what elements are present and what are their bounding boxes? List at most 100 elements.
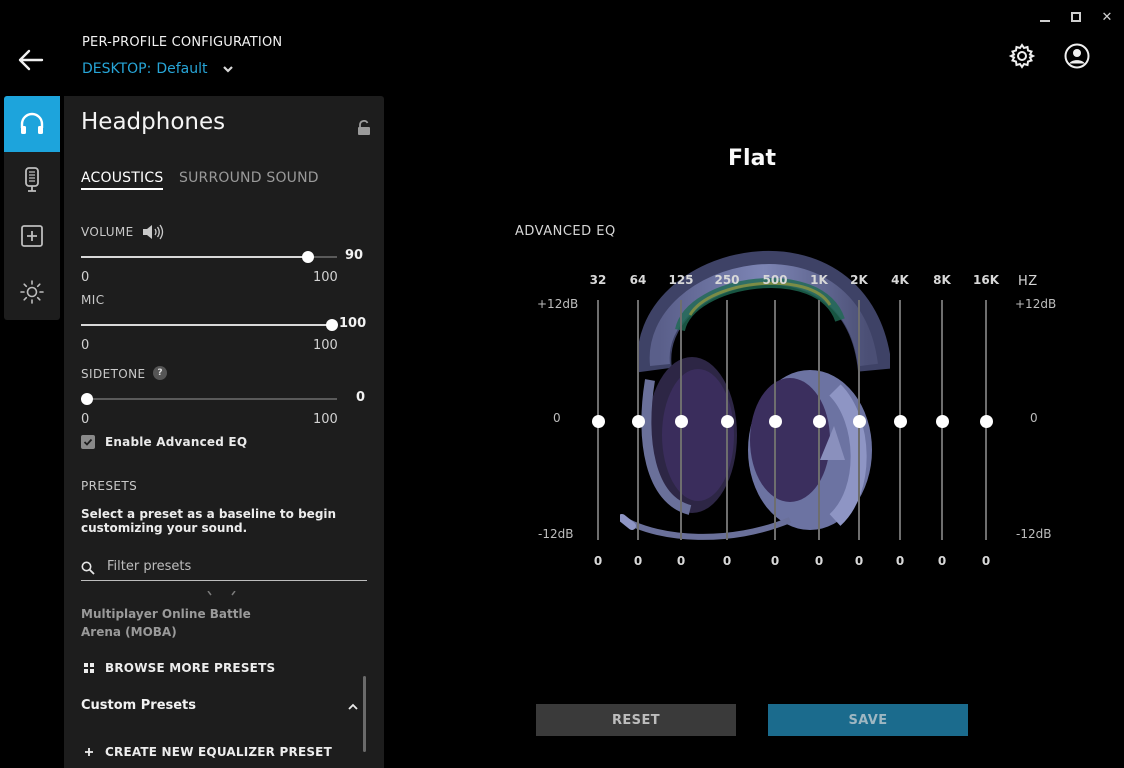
left-db-top: +12dB	[537, 297, 579, 311]
advanced-eq-checkbox[interactable]	[81, 435, 95, 449]
plus-icon	[85, 748, 93, 756]
close-icon: ✕	[1101, 9, 1113, 25]
volume-max: 100	[313, 270, 338, 285]
settings-button[interactable]	[1008, 42, 1036, 70]
panel-scrollbar[interactable]	[363, 676, 366, 752]
eq-band-frequency: 2K	[850, 273, 868, 287]
unlock-icon[interactable]	[357, 120, 371, 136]
eq-band-knob[interactable]	[769, 415, 782, 428]
reset-button[interactable]: RESET	[536, 704, 736, 736]
device-rail	[4, 96, 60, 320]
maximize-button[interactable]	[1067, 8, 1085, 26]
sidetone-slider-knob[interactable]	[81, 393, 93, 405]
right-db-top: +12dB	[1015, 297, 1057, 311]
custom-presets-header[interactable]: Custom Presets	[81, 698, 196, 713]
eq-band-knob[interactable]	[936, 415, 949, 428]
presets-description: Select a preset as a baseline to begin c…	[81, 507, 337, 535]
help-icon[interactable]: ?	[153, 366, 167, 380]
eq-band-frequency: 250	[714, 273, 740, 287]
mic-label: MIC	[81, 293, 105, 307]
grid-icon	[84, 663, 94, 673]
eq-band-frequency: 32	[589, 273, 607, 287]
account-button[interactable]	[1063, 42, 1091, 70]
right-db-mid: 0	[1030, 411, 1038, 425]
eq-band-frequency: 16K	[973, 273, 999, 287]
headphones-icon	[20, 112, 44, 134]
left-db-bottom: -12dB	[538, 527, 574, 541]
advanced-eq-label[interactable]: Enable Advanced EQ	[105, 435, 247, 449]
rail-item-lighting[interactable]	[4, 264, 60, 320]
mic-min: 0	[81, 338, 90, 353]
rail-item-add[interactable]	[4, 208, 60, 264]
mic-slider-fill	[81, 324, 337, 326]
advanced-eq-title: ADVANCED EQ	[515, 224, 616, 239]
eq-band-frequency: 1K	[810, 273, 828, 287]
create-equalizer-preset-button[interactable]: CREATE NEW EQUALIZER PRESET	[84, 745, 332, 759]
chevron-up-icon[interactable]	[347, 702, 359, 712]
page-title: PER-PROFILE CONFIGURATION	[82, 35, 283, 50]
preset-item-moba[interactable]: Multiplayer Online Battle Arena (MOBA)	[81, 605, 271, 641]
hz-label: HZ	[1018, 274, 1038, 289]
minimize-button[interactable]	[1036, 8, 1054, 26]
settings-panel: Headphones ACOUSTICS SURROUND SOUND VOLU…	[64, 96, 384, 768]
right-db-bottom: -12dB	[1016, 527, 1052, 541]
filter-presets-input[interactable]	[107, 559, 357, 574]
eq-band-value: 0	[593, 554, 603, 568]
tab-surround-sound[interactable]: SURROUND SOUND	[179, 170, 319, 186]
eq-band-value: 0	[937, 554, 947, 568]
profile-selector[interactable]: DESKTOP: Default	[82, 61, 235, 77]
volume-slider-fill	[81, 256, 308, 258]
eq-band-frequency: 64	[629, 273, 647, 287]
rail-item-microphone[interactable]	[4, 152, 60, 208]
mic-slider[interactable]	[81, 319, 338, 331]
arrow-left-icon	[18, 49, 44, 71]
create-equalizer-preset-label: CREATE NEW EQUALIZER PRESET	[105, 745, 332, 759]
close-button[interactable]: ✕	[1098, 8, 1116, 26]
eq-band-value: 0	[895, 554, 905, 568]
volume-slider[interactable]	[81, 251, 337, 263]
sidetone-min: 0	[81, 412, 90, 427]
eq-band-frequency: 4K	[891, 273, 909, 287]
profile-prefix: DESKTOP:	[82, 61, 152, 77]
chevron-down-icon	[222, 66, 233, 73]
eq-band-value: 0	[854, 554, 864, 568]
save-button[interactable]: SAVE	[768, 704, 968, 736]
eq-band-frequency: 500	[762, 273, 788, 287]
maximize-icon	[1071, 12, 1081, 22]
checkmark-icon	[83, 438, 93, 446]
preset-icon-partial	[207, 591, 236, 596]
eq-band-frequency: 8K	[933, 273, 951, 287]
eq-band-knob[interactable]	[894, 415, 907, 428]
panel-title: Headphones	[81, 109, 226, 135]
eq-band-knob[interactable]	[853, 415, 866, 428]
speaker-icon	[142, 224, 163, 240]
active-preset-name: Flat	[728, 146, 776, 171]
left-db-mid: 0	[553, 411, 561, 425]
back-button[interactable]	[16, 46, 48, 74]
eq-band-knob[interactable]	[813, 415, 826, 428]
browse-more-presets-button[interactable]: BROWSE MORE PRESETS	[84, 661, 275, 675]
eq-band-value: 0	[814, 554, 824, 568]
eq-band-knob[interactable]	[980, 415, 993, 428]
mic-slider-knob[interactable]	[326, 319, 338, 331]
eq-band-knob[interactable]	[632, 415, 645, 428]
eq-band-knob[interactable]	[721, 415, 734, 428]
browse-more-presets-label: BROWSE MORE PRESETS	[105, 661, 276, 675]
sidetone-label: SIDETONE	[81, 367, 146, 381]
eq-band-value: 0	[981, 554, 991, 568]
eq-band-frequency: 125	[668, 273, 694, 287]
filter-presets-field[interactable]	[81, 557, 367, 581]
eq-band-knob[interactable]	[592, 415, 605, 428]
search-icon	[81, 561, 95, 575]
eq-band-knob[interactable]	[675, 415, 688, 428]
volume-min: 0	[81, 270, 90, 285]
sidetone-slider[interactable]	[81, 393, 337, 405]
volume-label-row: VOLUME	[81, 224, 164, 240]
minimize-icon	[1040, 20, 1050, 22]
lighting-icon	[20, 280, 44, 304]
volume-label: VOLUME	[81, 225, 134, 239]
rail-item-headphones[interactable]	[4, 96, 60, 152]
volume-slider-knob[interactable]	[302, 251, 314, 263]
tab-acoustics[interactable]: ACOUSTICS	[81, 170, 164, 190]
mic-max: 100	[313, 338, 338, 353]
